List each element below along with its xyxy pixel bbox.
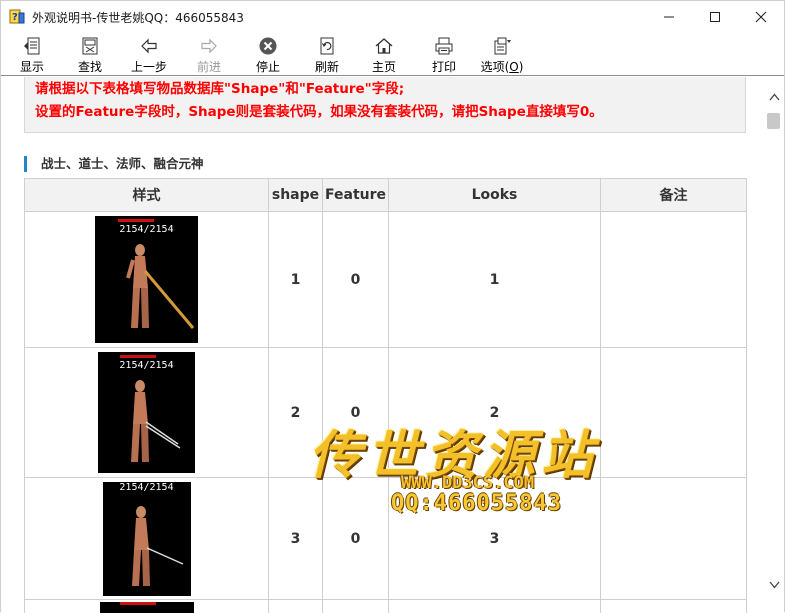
options-button[interactable]: 选项(O): [479, 32, 525, 76]
show-icon: [22, 36, 42, 56]
header-shape: shape: [269, 179, 323, 212]
options-label: 选项(O): [481, 58, 524, 75]
find-button[interactable]: 查找: [73, 32, 107, 76]
shape-cell: 3: [269, 478, 323, 600]
shape-cell: 2: [269, 348, 323, 478]
looks-cell: 2: [389, 348, 601, 478]
header-looks: Looks: [389, 179, 601, 212]
notice-line-2: 设置的Feature字段时，Shape则是套装代码，如果没有套装代码，请把Sha…: [35, 101, 745, 124]
refresh-label: 刷新: [315, 58, 339, 75]
back-label: 上一步: [131, 58, 167, 75]
section-title: 战士、道士、法师、融合元神: [24, 156, 204, 172]
looks-cell: [389, 600, 601, 613]
scroll-down-icon[interactable]: [769, 581, 780, 589]
mage-figure: [103, 482, 191, 596]
table-row: 2154/2154 3 0 3: [25, 478, 747, 600]
style-cell: 2154/2154: [25, 348, 269, 478]
scroll-up-icon[interactable]: [769, 93, 780, 101]
minimize-icon: [663, 11, 675, 23]
options-icon: [492, 36, 512, 56]
note-cell: [601, 600, 747, 613]
back-arrow-icon: [139, 36, 159, 56]
forward-arrow-icon: [199, 36, 219, 56]
window-title: 外观说明书-传世老姚QQ：466055843: [32, 9, 244, 26]
looks-cell: 3: [389, 478, 601, 600]
character-sprite: 2154/2154: [103, 482, 191, 596]
refresh-button[interactable]: 刷新: [310, 32, 344, 76]
stop-label: 停止: [256, 58, 280, 75]
stop-button[interactable]: 停止: [251, 32, 285, 76]
note-cell: [601, 212, 747, 348]
home-label: 主页: [372, 58, 396, 75]
character-sprite: 2154/2154: [98, 352, 195, 473]
notice-line-1: 请根据以下表格填写物品数据库"Shape"和"Feature"字段;: [35, 78, 745, 101]
options-label-text: 选项(: [481, 60, 510, 74]
refresh-icon: [317, 36, 337, 56]
header-feature: Feature: [323, 179, 389, 212]
note-cell: [601, 348, 747, 478]
forward-button[interactable]: 前进: [192, 32, 226, 76]
show-label: 显示: [20, 58, 44, 75]
character-sprite: [100, 602, 194, 613]
show-button[interactable]: 显示: [15, 32, 49, 76]
shape-cell: 1: [269, 212, 323, 348]
print-button[interactable]: 打印: [427, 32, 461, 76]
table-header-row: 样式 shape Feature Looks 备注: [25, 179, 747, 212]
scroll-thumb[interactable]: [767, 113, 780, 129]
feature-cell: 0: [323, 212, 389, 348]
shape-cell: [269, 600, 323, 613]
help-app-icon: ?: [9, 8, 25, 24]
header-style: 样式: [25, 179, 269, 212]
appearance-table: 样式 shape Feature Looks 备注 2154/2154: [24, 178, 747, 613]
table-row: 2154/2154 2 0: [25, 348, 747, 478]
warrior-figure: [95, 216, 198, 343]
close-button[interactable]: [738, 1, 784, 32]
options-accelerator-key: O: [509, 60, 518, 74]
table-row: 2154/2154 1 0: [25, 212, 747, 348]
minimize-button[interactable]: [646, 1, 692, 32]
home-icon: [374, 36, 394, 56]
taoist-figure: [98, 352, 195, 473]
looks-cell: 1: [389, 212, 601, 348]
style-cell: 2154/2154: [25, 212, 269, 348]
style-cell: [25, 600, 269, 613]
help-window: ? 外观说明书-传世老姚QQ：466055843 显示: [0, 0, 785, 612]
document-content: 请根据以下表格填写物品数据库"Shape"和"Feature"字段; 设置的Fe…: [1, 77, 765, 613]
close-icon: [755, 11, 767, 23]
note-cell: [601, 478, 747, 600]
find-icon: [80, 36, 100, 56]
maximize-button[interactable]: [692, 1, 738, 32]
feature-cell: 0: [323, 348, 389, 478]
style-cell: 2154/2154: [25, 478, 269, 600]
home-button[interactable]: 主页: [367, 32, 401, 76]
options-label-end: ): [519, 60, 524, 74]
forward-label: 前进: [197, 58, 221, 75]
back-button[interactable]: 上一步: [128, 32, 170, 76]
toolbar: 显示 查找 上一步 前进 停止: [1, 32, 784, 76]
character-sprite: 2154/2154: [95, 216, 198, 343]
find-label: 查找: [78, 58, 102, 75]
stop-icon: [258, 36, 278, 56]
table-row: [25, 600, 747, 613]
hp-bar: [120, 602, 156, 605]
print-icon: [434, 36, 454, 56]
vertical-scrollbar[interactable]: [765, 77, 784, 613]
maximize-icon: [709, 11, 721, 23]
title-bar: ? 外观说明书-传世老姚QQ：466055843: [1, 1, 784, 32]
feature-cell: [323, 600, 389, 613]
print-label: 打印: [432, 58, 456, 75]
notice-box: 请根据以下表格填写物品数据库"Shape"和"Feature"字段; 设置的Fe…: [24, 77, 746, 133]
header-note: 备注: [601, 179, 747, 212]
svg-text:?: ?: [12, 12, 18, 23]
feature-cell: 0: [323, 478, 389, 600]
